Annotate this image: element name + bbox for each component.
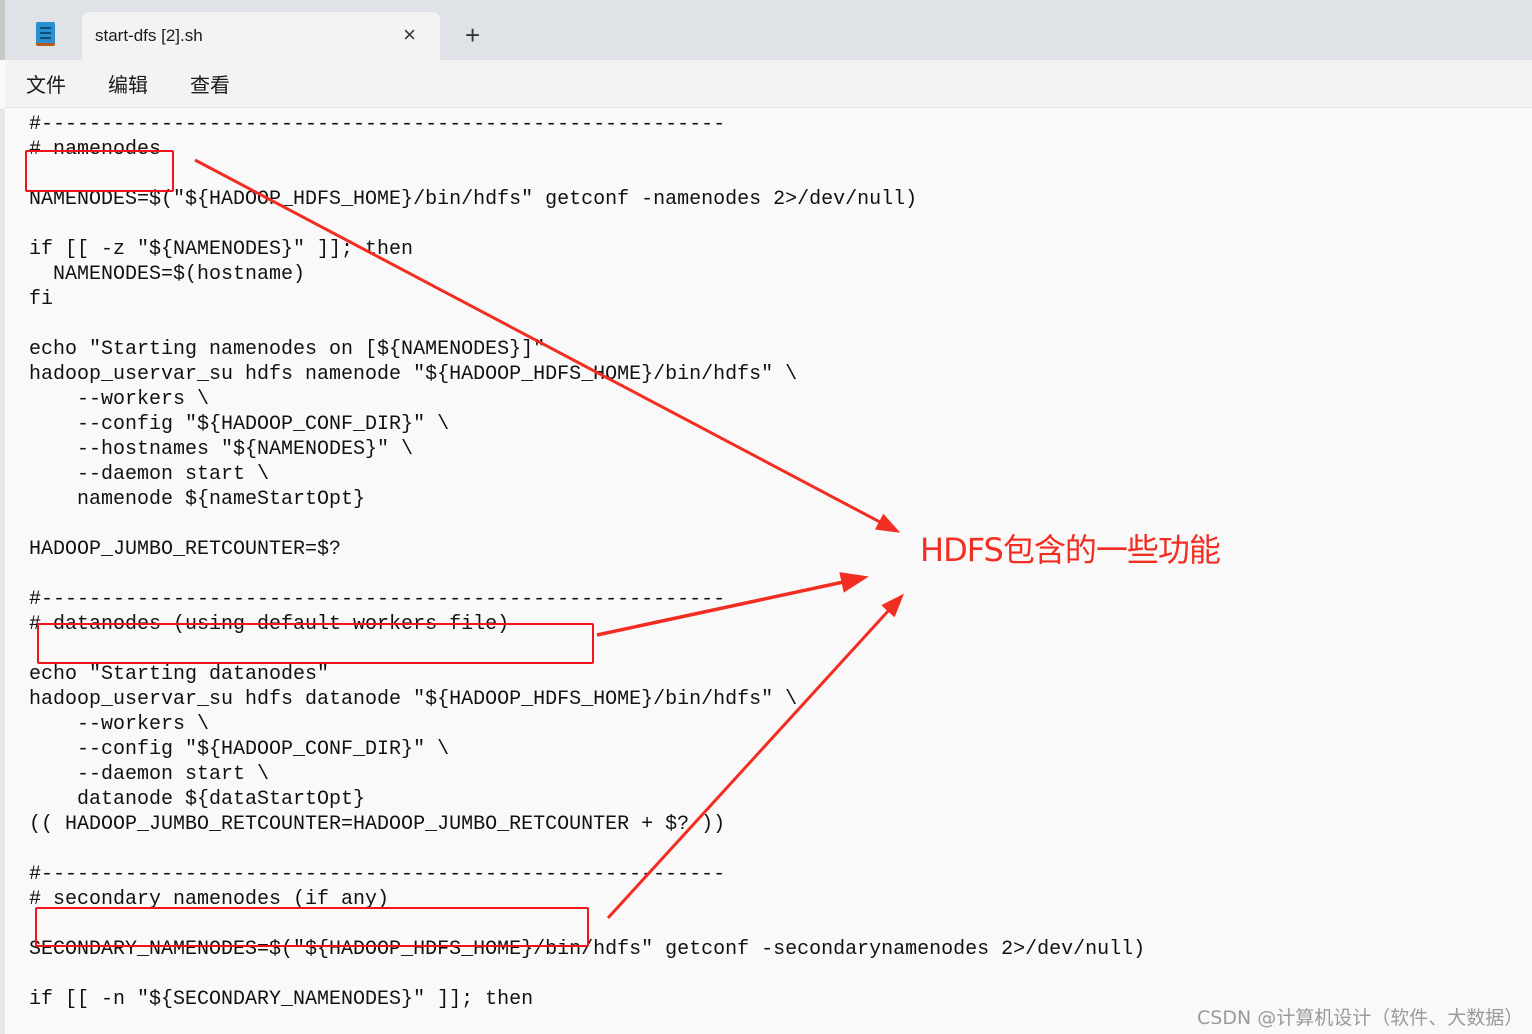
annotation-arrows [194,158,905,920]
annotation-label: HDFS包含的一些功能 [920,531,1221,569]
arrow-namenodes [194,158,901,533]
watermark: CSDN @计算机设计（软件、大数据） [1197,1007,1524,1029]
arrow-secondary [606,593,905,920]
arrow-datanodes [596,572,869,637]
